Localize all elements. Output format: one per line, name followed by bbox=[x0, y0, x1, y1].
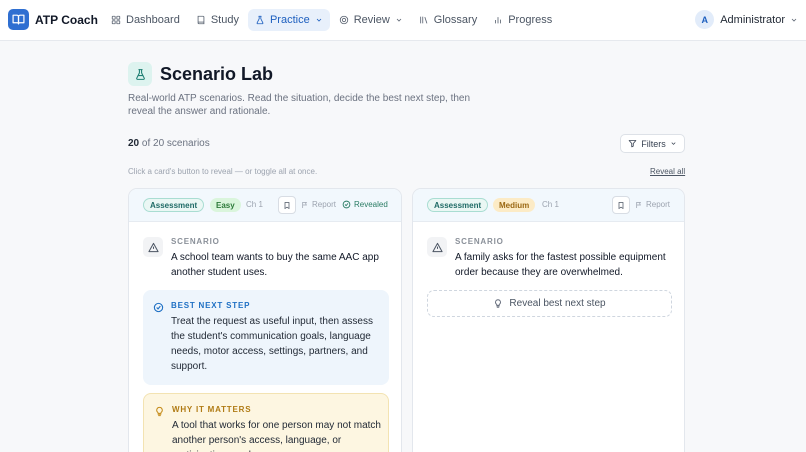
report-label: Report bbox=[312, 200, 337, 209]
dashboard-icon bbox=[111, 15, 121, 25]
bookmark-icon bbox=[618, 201, 624, 209]
avatar: A bbox=[695, 10, 715, 29]
report-button[interactable]: Report bbox=[301, 200, 336, 209]
book-open-icon bbox=[8, 9, 29, 30]
reveal-label: Reveal best next step bbox=[509, 298, 606, 309]
scenario-text: A family asks for the fastest possible e… bbox=[455, 252, 666, 278]
chevron-down-icon bbox=[396, 18, 402, 22]
why-it-matters-text: A tool that works for one person may not… bbox=[172, 420, 381, 452]
card-header: Assessment Medium Ch 1 Report bbox=[413, 189, 684, 222]
best-next-step-panel: BEST NEXT STEP Treat the request as usef… bbox=[143, 290, 389, 385]
bookmark-icon bbox=[284, 201, 290, 209]
nav-item-review[interactable]: Review bbox=[332, 9, 410, 31]
chapter-label: Ch 1 bbox=[246, 200, 263, 209]
scenario-count: 20 of 20 scenarios bbox=[128, 138, 210, 149]
alert-triangle-icon bbox=[427, 237, 447, 257]
filters-button[interactable]: Filters bbox=[620, 134, 685, 153]
chevron-down-icon bbox=[316, 18, 322, 22]
nav-item-progress[interactable]: Progress bbox=[486, 9, 559, 31]
nav-label: Glossary bbox=[433, 14, 478, 26]
reveal-best-next-step-button[interactable]: Reveal best next step bbox=[427, 290, 672, 317]
nav-label: Study bbox=[210, 14, 239, 26]
card-header: Assessment Easy Ch 1 Report Revealed bbox=[129, 189, 401, 222]
category-badge: Assessment bbox=[143, 198, 205, 212]
chevron-down-icon bbox=[791, 18, 797, 22]
page-description: Real-world ATP scenarios. Read the situa… bbox=[128, 93, 471, 117]
globe-icon bbox=[339, 15, 348, 25]
nav-label: Practice bbox=[269, 14, 310, 26]
chapter-label: Ch 1 bbox=[542, 200, 559, 209]
app-name: ATP Coach bbox=[35, 12, 98, 27]
revealed-status[interactable]: Revealed bbox=[342, 200, 388, 209]
nav-label: Review bbox=[353, 14, 390, 26]
reveal-hint: Click a card's button to reveal — or tog… bbox=[128, 167, 318, 176]
lightbulb-icon bbox=[495, 299, 502, 308]
scenario-label: SCENARIO bbox=[171, 237, 220, 246]
lightbulb-icon bbox=[156, 406, 163, 417]
nav-item-study[interactable]: Study bbox=[189, 9, 246, 31]
flag-icon bbox=[302, 201, 307, 208]
main-nav: Dashboard Study Practice Review Glossary… bbox=[104, 9, 561, 31]
library-icon bbox=[420, 16, 428, 24]
scenario-text: A school team wants to buy the same AAC … bbox=[171, 252, 379, 278]
report-button[interactable]: Report bbox=[635, 200, 670, 209]
scenario-label: SCENARIO bbox=[455, 237, 504, 246]
flask-icon bbox=[128, 62, 152, 86]
nav-item-dashboard[interactable]: Dashboard bbox=[104, 9, 187, 31]
nav-item-practice[interactable]: Practice bbox=[247, 9, 330, 31]
bookmark-button[interactable] bbox=[278, 196, 296, 214]
top-nav-bar: ATP Coach Dashboard Study Practice Revie… bbox=[0, 0, 806, 41]
category-badge: Assessment bbox=[427, 198, 489, 212]
report-label: Report bbox=[646, 200, 671, 209]
chevron-down-icon bbox=[671, 142, 676, 145]
nav-label: Progress bbox=[508, 14, 553, 26]
reveal-all-link[interactable]: Reveal all bbox=[650, 167, 685, 176]
best-next-step-text: Treat the request as useful input, then … bbox=[171, 316, 373, 372]
scenario-card: Assessment Medium Ch 1 Report SCENARIO A… bbox=[412, 188, 685, 452]
flask-icon bbox=[256, 15, 264, 25]
why-it-matters-label: WHY IT MATTERS bbox=[172, 405, 252, 414]
best-next-step-label: BEST NEXT STEP bbox=[171, 301, 251, 310]
why-it-matters-panel: WHY IT MATTERS A tool that works for one… bbox=[143, 393, 389, 452]
scenario-card: Assessment Easy Ch 1 Report Revealed SCE… bbox=[128, 188, 402, 452]
alert-triangle-icon bbox=[143, 237, 163, 257]
flag-icon bbox=[636, 201, 641, 208]
count-total: of 20 scenarios bbox=[141, 138, 210, 149]
user-menu[interactable]: A Administrator bbox=[695, 10, 798, 29]
check-circle-icon bbox=[342, 200, 351, 209]
chart-icon bbox=[495, 17, 502, 24]
count-shown: 20 bbox=[128, 138, 140, 149]
filter-icon bbox=[628, 140, 637, 148]
page-title: Scenario Lab bbox=[160, 64, 274, 84]
check-circle-icon bbox=[153, 302, 164, 313]
brand[interactable]: ATP Coach bbox=[8, 9, 98, 30]
bookmark-button[interactable] bbox=[612, 196, 630, 214]
nav-label: Dashboard bbox=[126, 14, 180, 26]
revealed-label: Revealed bbox=[354, 200, 388, 209]
book-icon bbox=[197, 15, 205, 25]
user-name: Administrator bbox=[720, 13, 785, 26]
filters-label: Filters bbox=[641, 138, 666, 149]
difficulty-badge: Medium bbox=[493, 198, 536, 212]
nav-item-glossary[interactable]: Glossary bbox=[412, 9, 484, 31]
difficulty-badge: Easy bbox=[210, 198, 241, 212]
